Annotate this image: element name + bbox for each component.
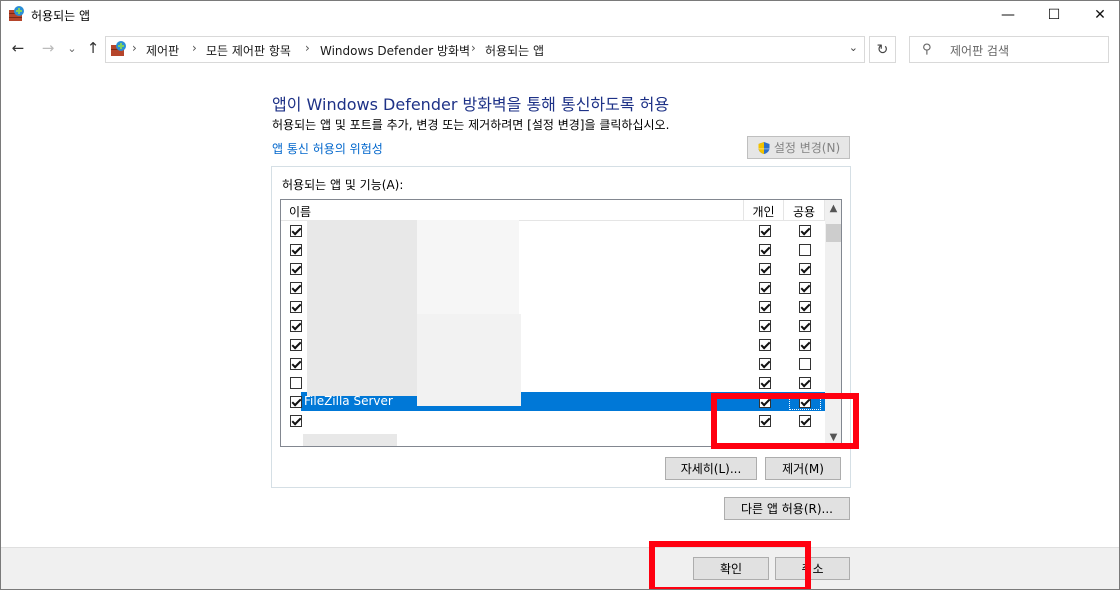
- page-heading: 앱이 Windows Defender 방화벽을 통해 통신하도록 허용: [272, 95, 670, 114]
- public-checkbox[interactable]: [799, 244, 811, 256]
- scroll-thumb[interactable]: [826, 224, 841, 242]
- app-name: [302, 240, 306, 259]
- firewall-icon: [9, 6, 24, 21]
- column-name[interactable]: 이름: [289, 203, 311, 220]
- enable-checkbox[interactable]: [290, 339, 302, 351]
- public-checkbox[interactable]: [799, 301, 811, 313]
- private-checkbox[interactable]: [759, 263, 771, 275]
- back-button[interactable]: ←: [7, 37, 29, 59]
- breadcrumb-separator: ›: [471, 41, 476, 55]
- forward-button[interactable]: →: [37, 37, 59, 59]
- app-name: [302, 278, 306, 297]
- breadcrumb-allowed-apps[interactable]: 허용되는 앱: [485, 42, 544, 59]
- enable-checkbox[interactable]: [290, 320, 302, 332]
- enable-checkbox[interactable]: [290, 225, 302, 237]
- enable-checkbox[interactable]: [290, 358, 302, 370]
- private-checkbox[interactable]: [759, 225, 771, 237]
- dialog-footer: 확인 취소: [1, 547, 1119, 589]
- close-button[interactable]: ✕: [1077, 1, 1119, 29]
- public-checkbox[interactable]: [799, 263, 811, 275]
- remove-button[interactable]: 제거(M): [765, 457, 841, 480]
- breadcrumb-firewall[interactable]: Windows Defender 방화벽: [320, 42, 470, 59]
- column-private[interactable]: 개인: [743, 200, 783, 221]
- maximize-button[interactable]: ☐: [1031, 1, 1077, 29]
- enable-checkbox[interactable]: [290, 377, 302, 389]
- app-name: [302, 411, 306, 430]
- app-name: [302, 316, 306, 335]
- page-description: 허용되는 앱 및 포트를 추가, 변경 또는 제거하려면 [설정 변경]을 클릭…: [272, 118, 670, 132]
- allowed-apps-window: 허용되는 앱 — ☐ ✕ ← → ⌄ ↑ › 제어판 › 모든 제어판 항목 ›…: [0, 0, 1120, 590]
- breadcrumb-control-panel[interactable]: 제어판: [146, 42, 179, 59]
- recent-locations-button[interactable]: ⌄: [61, 37, 83, 59]
- private-checkbox[interactable]: [759, 301, 771, 313]
- enable-checkbox[interactable]: [290, 263, 302, 275]
- annotation-highlight: [711, 393, 859, 449]
- change-settings-label: 설정 변경(N): [773, 141, 841, 155]
- redacted-names: [417, 220, 519, 314]
- public-checkbox[interactable]: [799, 358, 811, 370]
- redacted-names: [417, 314, 521, 406]
- search-box[interactable]: ⚲ 제어판 검색: [909, 36, 1109, 63]
- up-button[interactable]: ↑: [82, 37, 104, 59]
- private-checkbox[interactable]: [759, 282, 771, 294]
- minimize-button[interactable]: —: [985, 1, 1031, 29]
- public-checkbox[interactable]: [799, 339, 811, 351]
- public-checkbox[interactable]: [799, 320, 811, 332]
- private-checkbox[interactable]: [759, 339, 771, 351]
- private-checkbox[interactable]: [759, 320, 771, 332]
- uac-shield-icon: [758, 141, 770, 154]
- public-checkbox[interactable]: [799, 225, 811, 237]
- private-checkbox[interactable]: [759, 358, 771, 370]
- app-name: [302, 221, 306, 240]
- redacted-names: [307, 220, 417, 396]
- breadcrumb-separator: ›: [192, 41, 197, 55]
- refresh-button[interactable]: ↻: [869, 36, 896, 63]
- app-name: [302, 354, 306, 373]
- window-title: 허용되는 앱: [31, 9, 91, 23]
- change-settings-button[interactable]: 설정 변경(N): [747, 136, 850, 159]
- breadcrumb-separator: ›: [132, 41, 137, 55]
- address-dropdown-icon[interactable]: ⌄: [849, 41, 858, 54]
- private-checkbox[interactable]: [759, 377, 771, 389]
- enable-checkbox[interactable]: [290, 415, 302, 427]
- annotation-highlight: [649, 541, 811, 589]
- control-panel-icon: [111, 41, 126, 56]
- redacted-names: [303, 434, 397, 446]
- enable-checkbox[interactable]: [290, 282, 302, 294]
- allow-another-app-button[interactable]: 다른 앱 허용(R)...: [724, 497, 850, 520]
- group-label: 허용되는 앱 및 기능(A):: [282, 178, 404, 192]
- enable-checkbox[interactable]: [290, 301, 302, 313]
- search-placeholder: 제어판 검색: [950, 44, 1010, 58]
- app-name: [302, 297, 306, 316]
- address-bar[interactable]: › 제어판 › 모든 제어판 항목 › Windows Defender 방화벽…: [105, 36, 865, 63]
- breadcrumb-separator: ›: [305, 41, 310, 55]
- navigation-bar: ← → ⌄ ↑ › 제어판 › 모든 제어판 항목 › Windows Defe…: [1, 31, 1119, 67]
- enable-checkbox[interactable]: [290, 244, 302, 256]
- column-public[interactable]: 공용: [783, 200, 825, 221]
- list-column-header: 이름 개인 공용: [281, 200, 825, 221]
- app-name: [302, 335, 306, 354]
- public-checkbox[interactable]: [799, 377, 811, 389]
- breadcrumb-all-items[interactable]: 모든 제어판 항목: [206, 42, 291, 59]
- public-checkbox[interactable]: [799, 282, 811, 294]
- enable-checkbox[interactable]: [290, 396, 302, 408]
- details-button[interactable]: 자세히(L)...: [665, 457, 757, 480]
- risk-info-link[interactable]: 앱 통신 허용의 위험성: [272, 140, 383, 157]
- title-bar: 허용되는 앱 — ☐ ✕: [1, 1, 1119, 29]
- private-checkbox[interactable]: [759, 244, 771, 256]
- app-name: [302, 373, 306, 392]
- app-name: [302, 259, 306, 278]
- search-icon: ⚲: [922, 42, 932, 57]
- scroll-up-icon[interactable]: ▲: [825, 200, 841, 217]
